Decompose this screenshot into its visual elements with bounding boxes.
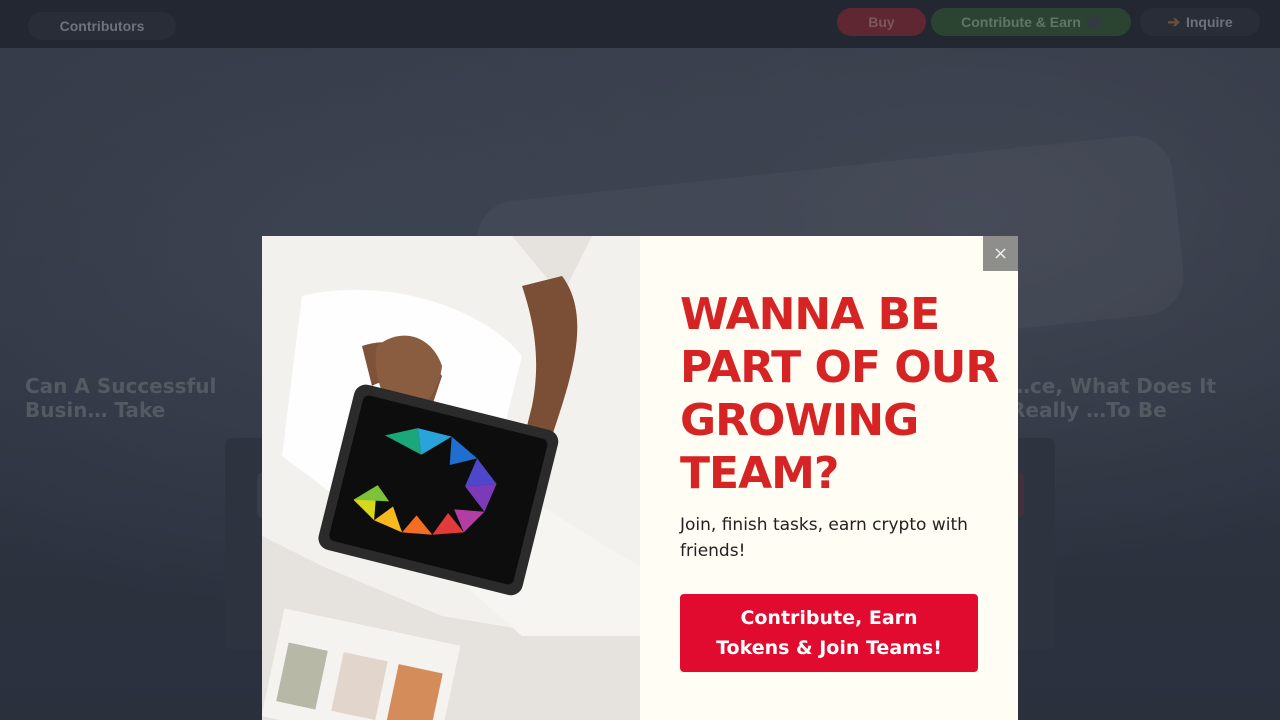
popup-content: WANNA BE PART OF OUR GROWING TEAM? Join,… xyxy=(640,236,1018,720)
popup-headline: WANNA BE PART OF OUR GROWING TEAM? xyxy=(680,289,999,499)
person-with-tablet-illustration xyxy=(262,236,640,720)
signup-popup: WANNA BE PART OF OUR GROWING TEAM? Join,… xyxy=(262,236,1018,720)
popup-photo xyxy=(262,236,640,720)
contribute-earn-join-button[interactable]: Contribute, Earn Tokens & Join Teams! xyxy=(680,594,978,672)
close-icon[interactable]: × xyxy=(983,236,1018,271)
popup-subtext: Join, finish tasks, earn crypto with fri… xyxy=(680,515,968,561)
